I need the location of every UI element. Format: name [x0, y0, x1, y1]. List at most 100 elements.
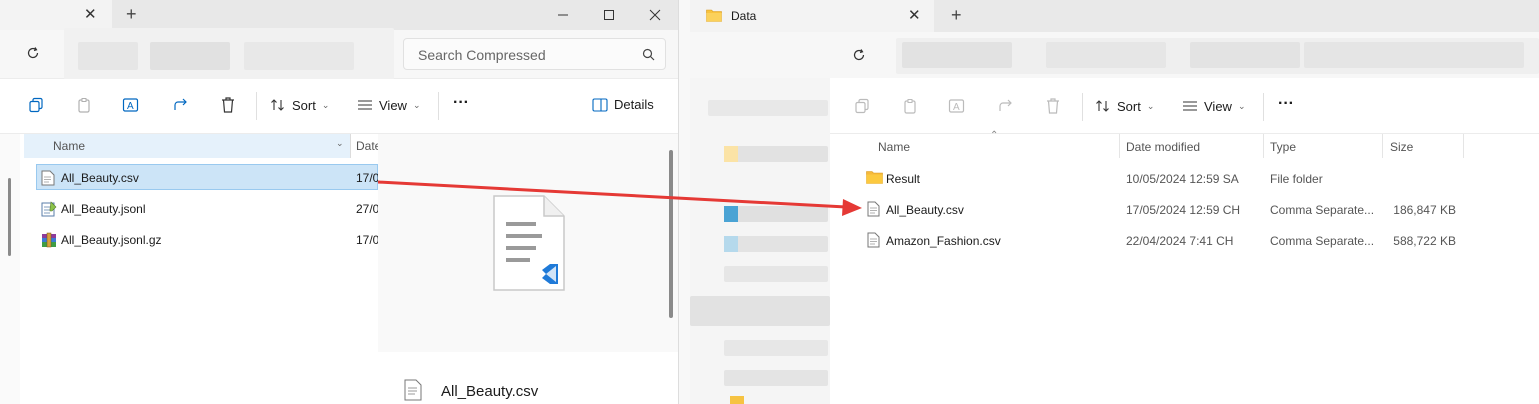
delete-icon[interactable]: [220, 96, 236, 114]
copy-icon[interactable]: [854, 98, 870, 114]
rename-icon[interactable]: A: [122, 96, 140, 114]
sort-icon: [1095, 98, 1111, 114]
drive-icon: [724, 236, 738, 252]
file-size: 588,722 KB: [1393, 234, 1456, 248]
more-options-button[interactable]: ···: [453, 94, 469, 112]
new-tab-button[interactable]: +: [126, 5, 137, 23]
share-icon[interactable]: [172, 96, 190, 114]
details-pane-icon: [592, 97, 608, 112]
nav-item-redacted[interactable]: [724, 266, 828, 282]
left-explorer-window: ✕ + Search Compressed A Sort ⌄ View ⌄ ··…: [0, 0, 678, 404]
column-divider[interactable]: [1382, 134, 1383, 158]
text-file-icon: [41, 170, 55, 186]
view-button[interactable]: View ⌄: [1182, 98, 1246, 114]
preview-filename: All_Beauty.csv: [441, 383, 539, 400]
nav-scrollbar[interactable]: [8, 178, 11, 256]
preview-scrollbar[interactable]: [669, 150, 673, 318]
drive-icon: [724, 206, 738, 222]
svg-text:A: A: [953, 102, 960, 113]
more-options-button[interactable]: ···: [1278, 95, 1294, 113]
copy-icon[interactable]: [28, 97, 44, 113]
toolbar-separator: [1263, 93, 1264, 121]
sort-label: Sort: [1117, 98, 1141, 114]
vscode-document-icon: [492, 194, 566, 292]
file-date: 17/0: [356, 171, 380, 185]
column-divider[interactable]: [1463, 134, 1464, 158]
sort-button[interactable]: Sort ⌄: [1095, 98, 1154, 114]
refresh-icon[interactable]: [26, 46, 40, 60]
column-divider[interactable]: [1119, 134, 1120, 158]
close-tab-icon[interactable]: ✕: [84, 7, 97, 22]
rename-icon[interactable]: A: [948, 97, 966, 115]
view-label: View: [379, 97, 407, 113]
sort-button[interactable]: Sort ⌄: [270, 97, 329, 113]
close-window-button[interactable]: [632, 0, 678, 30]
chevron-down-icon: ⌄: [412, 99, 421, 110]
search-input[interactable]: Search Compressed: [403, 38, 666, 70]
folder-icon: [724, 146, 738, 162]
folder-icon: [730, 396, 744, 404]
column-header-date[interactable]: Date modified: [1126, 140, 1200, 154]
right-explorer-window: Data ✕ + A Sort ⌄ View ⌄ ··· ⌃ Name Date…: [690, 0, 1539, 404]
file-type: File folder: [1270, 172, 1323, 186]
folder-icon: [706, 8, 722, 22]
sort-label: Sort: [292, 97, 316, 113]
paste-icon[interactable]: [76, 97, 92, 113]
file-type: Comma Separate...: [1270, 234, 1375, 248]
toolbar-separator: [256, 92, 257, 120]
column-header-type[interactable]: Type: [1270, 140, 1296, 154]
file-date: 22/04/2024 7:41 CH: [1126, 234, 1234, 248]
text-file-icon: [867, 232, 880, 248]
file-name[interactable]: All_Beauty.jsonl: [61, 202, 146, 216]
folder-icon: [866, 170, 883, 184]
search-icon: [642, 48, 655, 61]
archive-file-icon: [41, 232, 57, 248]
file-name: Result: [886, 172, 921, 186]
view-icon: [357, 97, 373, 113]
redaction-block: [1304, 42, 1524, 68]
refresh-icon[interactable]: [852, 48, 866, 62]
nav-item-redacted-selected[interactable]: [690, 296, 830, 326]
redaction-block: [244, 42, 354, 70]
column-header-size[interactable]: Size: [1390, 140, 1413, 154]
chevron-down-icon: ⌄: [321, 99, 330, 110]
file-type: Comma Separate...: [1270, 203, 1375, 217]
view-icon: [1182, 98, 1198, 114]
svg-text:A: A: [127, 101, 134, 112]
nav-item-redacted[interactable]: [724, 236, 828, 252]
nav-item-redacted[interactable]: [724, 146, 828, 162]
tab-title: Data: [731, 9, 757, 23]
toolbar-separator: [1082, 93, 1083, 121]
close-tab-icon[interactable]: ✕: [908, 8, 921, 23]
right-active-tab[interactable]: [690, 0, 934, 32]
text-file-icon: [867, 201, 880, 217]
column-header-name[interactable]: Name: [878, 140, 910, 154]
chevron-down-icon[interactable]: ⌄: [336, 138, 344, 149]
file-name: All_Beauty.csv: [886, 203, 964, 217]
maximize-button[interactable]: [586, 0, 632, 30]
column-header-name-label: Name: [53, 139, 86, 153]
new-tab-button[interactable]: +: [951, 6, 962, 24]
view-label: View: [1204, 98, 1232, 114]
details-button[interactable]: Details: [592, 97, 654, 112]
file-date: 17/0: [356, 233, 380, 247]
column-divider[interactable]: [1263, 134, 1264, 158]
view-button[interactable]: View ⌄: [357, 97, 421, 113]
file-name[interactable]: All_Beauty.jsonl.gz: [61, 233, 162, 247]
redaction-block: [902, 42, 1012, 68]
chevron-down-icon: ⌄: [1237, 100, 1246, 111]
chevron-down-icon: ⌄: [1146, 100, 1155, 111]
nav-item-redacted[interactable]: [708, 100, 828, 116]
redaction-block: [78, 42, 138, 70]
sort-icon: [270, 97, 286, 113]
paste-icon[interactable]: [902, 98, 918, 114]
notepad-file-icon: [41, 201, 57, 217]
minimize-button[interactable]: [540, 0, 586, 30]
file-date: 27/0: [356, 202, 380, 216]
nav-item-redacted[interactable]: [724, 370, 828, 386]
delete-icon[interactable]: [1045, 97, 1061, 115]
left-nav-pane: [0, 134, 20, 404]
share-icon[interactable]: [997, 97, 1015, 115]
nav-item-redacted[interactable]: [724, 340, 828, 356]
nav-item-redacted[interactable]: [724, 206, 828, 222]
